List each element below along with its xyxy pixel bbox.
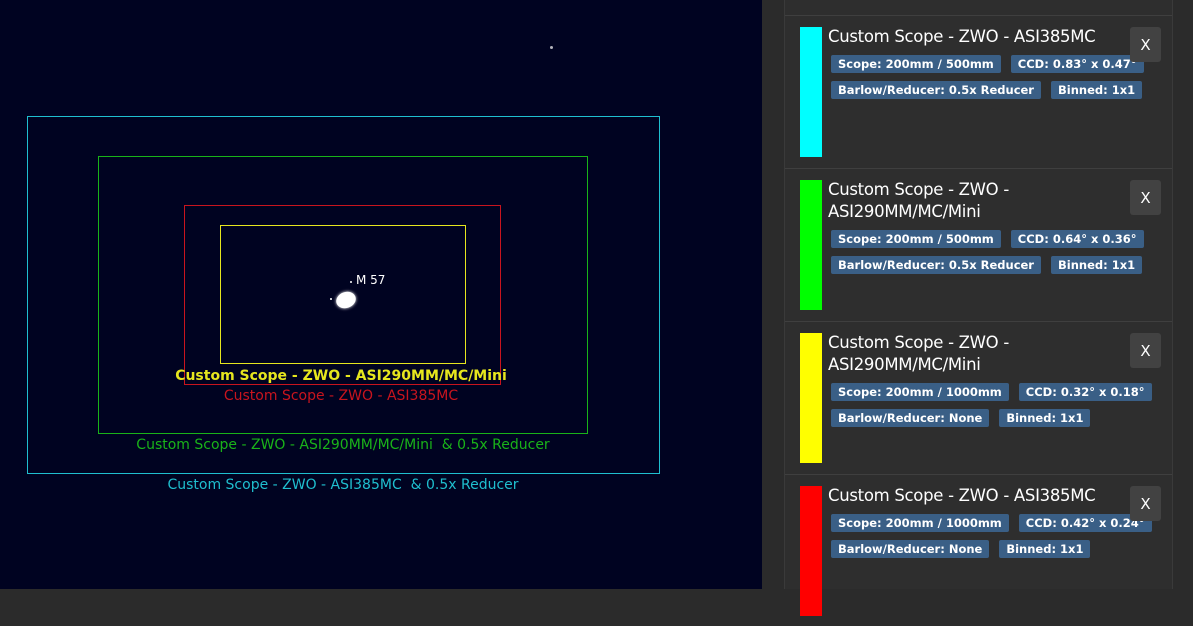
binned-badge: Binned: 1x1 xyxy=(999,540,1091,558)
fov-card-title: Custom Scope - ZWO - ASI385MC xyxy=(828,486,1096,505)
fov-card-title: Custom Scope - ZWO - ASI290MM/MC/Mini xyxy=(828,333,1009,374)
ccd-badge: CCD: 0.64° x 0.36° xyxy=(1010,230,1144,248)
close-button[interactable]: X xyxy=(1130,486,1161,521)
fov-list[interactable]: Custom Scope - ZWO - ASI385MC Scope: 200… xyxy=(784,0,1173,616)
fov-list-panel: Custom Scope - ZWO - ASI385MC Scope: 200… xyxy=(762,0,1193,616)
scope-badge: Scope: 200mm / 500mm xyxy=(831,230,1001,248)
barlow-badge: Barlow/Reducer: None xyxy=(831,409,990,427)
scope-badge: Scope: 200mm / 500mm xyxy=(831,55,1001,73)
color-swatch xyxy=(800,333,822,463)
fov-card: Custom Scope - ZWO - ASI385MC Scope: 200… xyxy=(785,15,1172,167)
close-button[interactable]: X xyxy=(1130,27,1161,62)
color-swatch xyxy=(800,27,822,157)
scope-badge: Scope: 200mm / 1000mm xyxy=(831,514,1009,532)
binned-badge: Binned: 1x1 xyxy=(1050,81,1143,99)
color-swatch xyxy=(800,180,822,310)
fov-label-asi290: Custom Scope - ZWO - ASI290MM/MC/Mini xyxy=(175,368,507,384)
close-button[interactable]: X xyxy=(1130,333,1161,368)
color-swatch xyxy=(800,486,822,616)
fov-card: Custom Scope - ZWO - ASI385MC Scope: 200… xyxy=(785,474,1172,626)
fov-card: Custom Scope - ZWO - ASI290MM/MC/Mini Sc… xyxy=(785,321,1172,473)
barlow-badge: Barlow/Reducer: 0.5x Reducer xyxy=(831,256,1041,274)
background-star xyxy=(550,46,553,49)
ccd-badge: CCD: 0.32° x 0.18° xyxy=(1018,383,1152,401)
object-label: M 57 xyxy=(356,273,386,287)
close-button[interactable]: X xyxy=(1130,180,1161,215)
fov-card-title: Custom Scope - ZWO - ASI290MM/MC/Mini xyxy=(828,180,1009,221)
binned-badge: Binned: 1x1 xyxy=(999,409,1091,427)
fov-label-asi290-reducer: Custom Scope - ZWO - ASI290MM/MC/Mini & … xyxy=(136,437,550,453)
sky-view[interactable]: Custom Scope - ZWO - ASI385MC & 0.5x Red… xyxy=(0,0,762,589)
ccd-badge: CCD: 0.83° x 0.47° xyxy=(1010,55,1144,73)
barlow-badge: Barlow/Reducer: None xyxy=(831,540,990,558)
scope-badge: Scope: 200mm / 1000mm xyxy=(831,383,1009,401)
fov-label-asi385mc-reducer: Custom Scope - ZWO - ASI385MC & 0.5x Red… xyxy=(167,477,519,493)
fov-card: Custom Scope - ZWO - ASI290MM/MC/Mini Sc… xyxy=(785,168,1172,320)
barlow-badge: Barlow/Reducer: 0.5x Reducer xyxy=(831,81,1041,99)
fov-card-title: Custom Scope - ZWO - ASI385MC xyxy=(828,27,1096,46)
m57-glow xyxy=(330,298,332,300)
m57-glow xyxy=(350,281,352,283)
binned-badge: Binned: 1x1 xyxy=(1050,256,1143,274)
fov-label-asi385mc: Custom Scope - ZWO - ASI385MC xyxy=(223,388,459,404)
